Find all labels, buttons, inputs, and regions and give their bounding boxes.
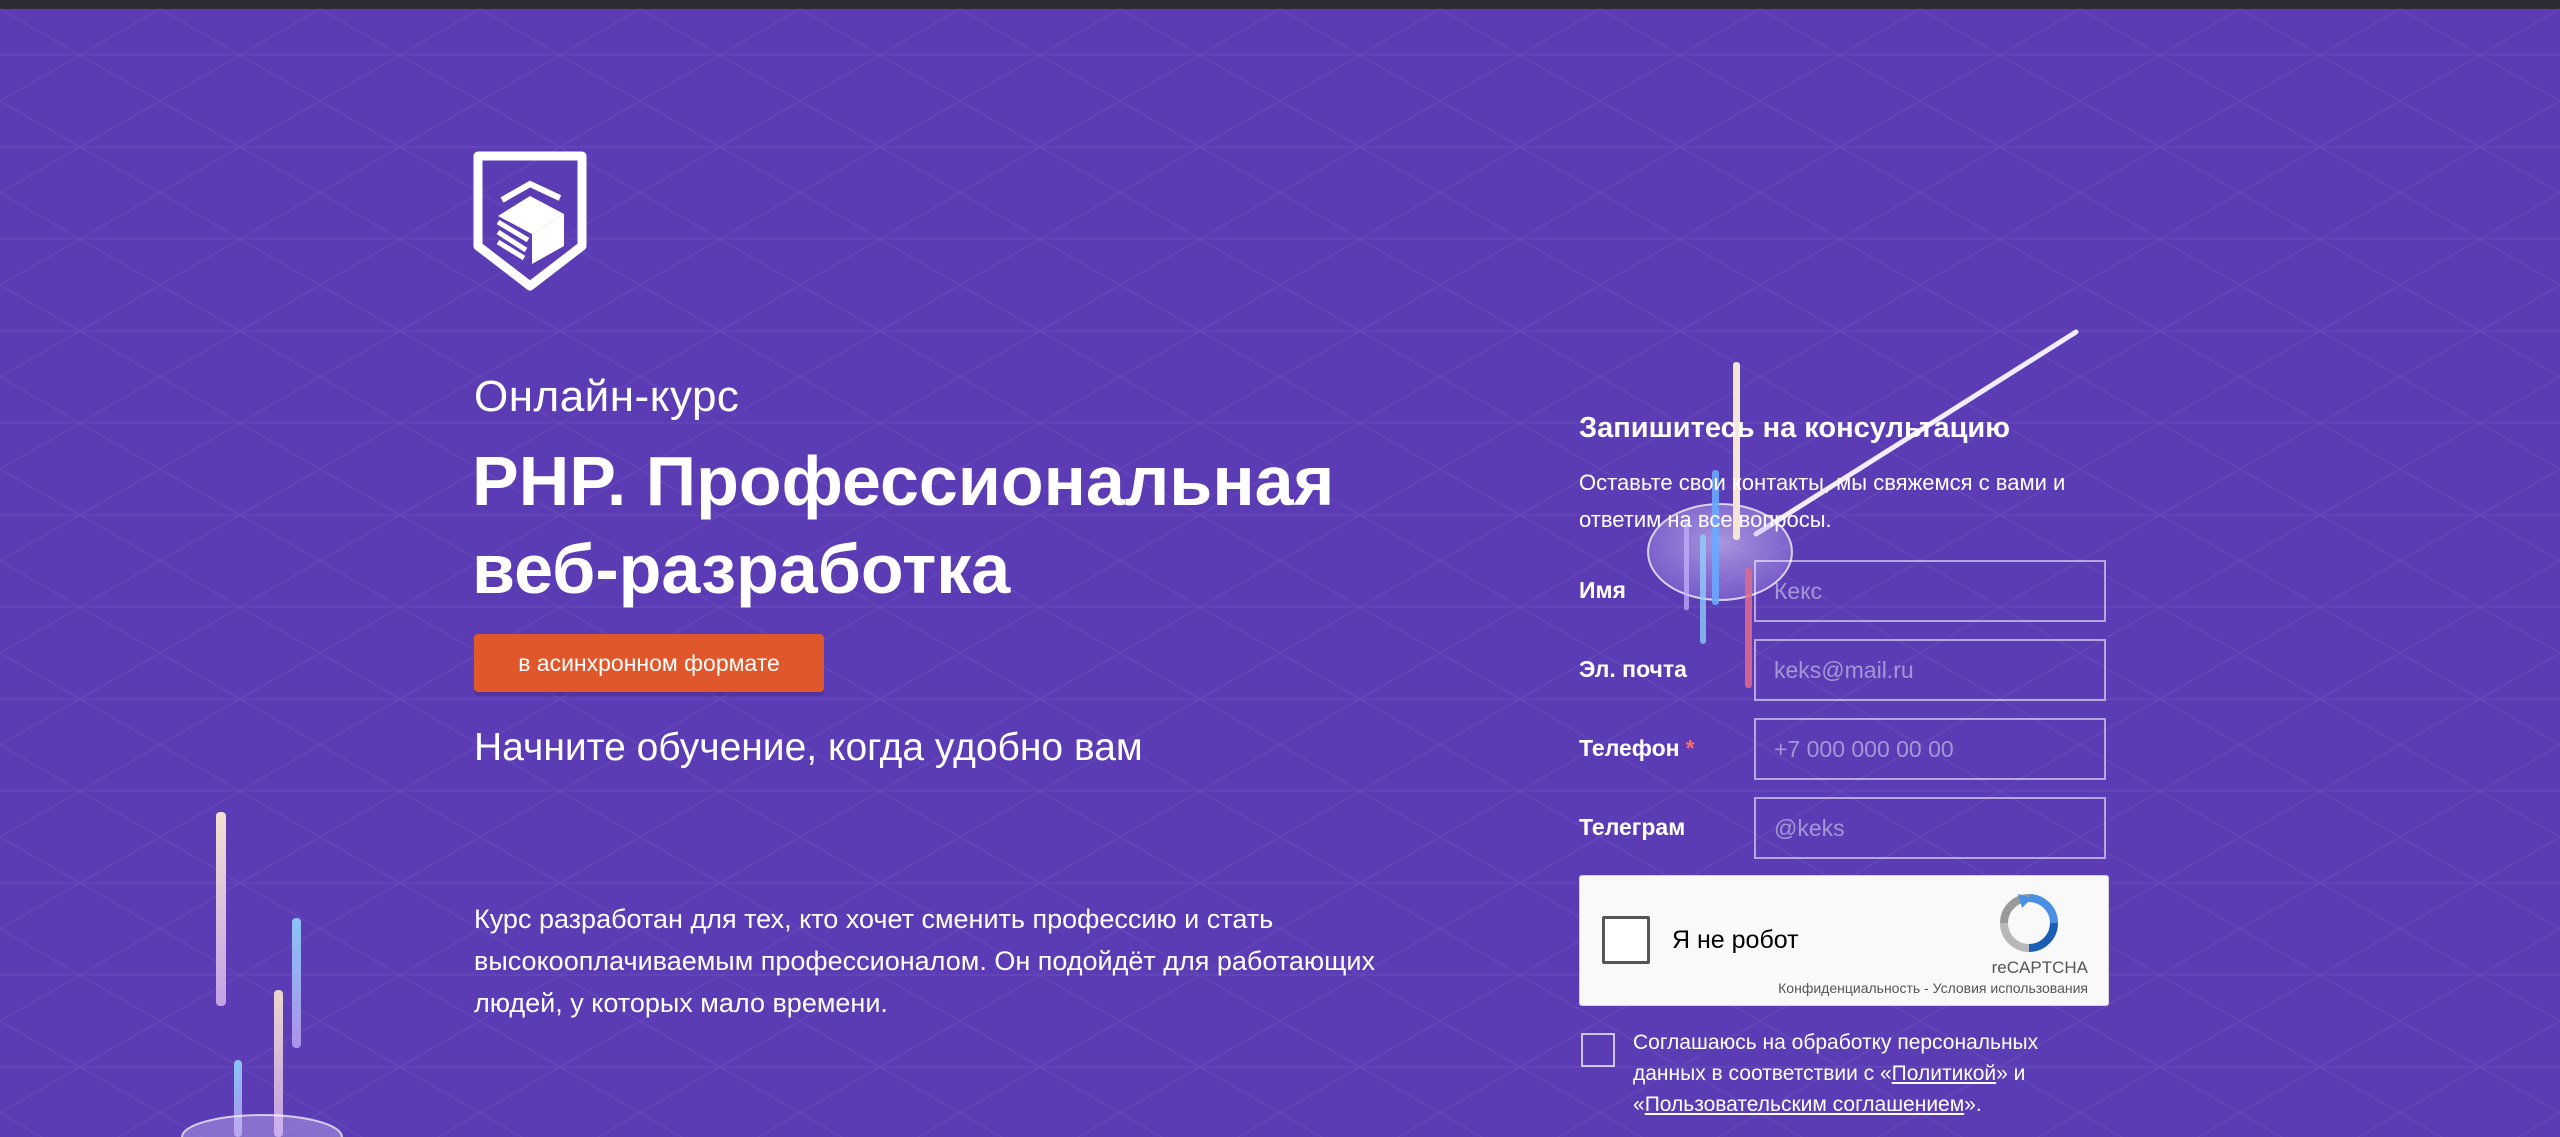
course-description: Курс разработан для тех, кто хочет смени… <box>474 904 1375 1018</box>
policy-link[interactable]: Политикой <box>1892 1062 1996 1085</box>
required-asterisk: * <box>1685 735 1695 761</box>
name-input[interactable] <box>1754 560 2106 622</box>
page-title: PHP. Профессиональная веб-разработка <box>472 437 1452 613</box>
browser-top-bar <box>0 0 2560 9</box>
phone-label-text: Телефон <box>1579 735 1680 761</box>
telegram-input[interactable] <box>1754 797 2106 859</box>
consent-text: Соглашаюсь на обработку персональных дан… <box>1633 1027 2113 1120</box>
email-label: Эл. почта <box>1579 656 1687 682</box>
form-title: Запишитесь на консультацию <box>1579 412 2010 444</box>
format-badge-button[interactable]: в асинхронном формате <box>474 634 824 692</box>
recaptcha-arrows-icon <box>2000 894 2058 952</box>
recaptcha-widget: Я не робот reCAPTCHA Конфиденциальность … <box>1579 875 2109 1006</box>
email-field-row: Эл. почта <box>1579 639 2119 701</box>
email-input[interactable] <box>1754 639 2106 701</box>
page-title-line-1: PHP. Профессиональная <box>472 442 1335 520</box>
name-field-row: Имя <box>1579 560 2119 622</box>
course-type-label: Онлайн-курс <box>474 372 740 421</box>
form-description: Оставьте свои контакты, мы свяжемся с ва… <box>1579 470 2066 532</box>
user-agreement-link[interactable]: Пользовательским соглашением <box>1645 1093 1964 1116</box>
recaptcha-terms-links[interactable]: Конфиденциальность - Условия использован… <box>1778 980 2088 996</box>
phone-field-row: Телефон * <box>1579 718 2119 780</box>
recaptcha-checkbox[interactable] <box>1602 916 1650 964</box>
page-title-line-2: веб-разработка <box>472 530 1011 608</box>
telegram-label: Телеграм <box>1579 814 1686 840</box>
telegram-field-row: Телеграм <box>1579 797 2119 859</box>
consent-checkbox[interactable] <box>1581 1033 1615 1067</box>
phone-label: Телефон * <box>1579 735 1695 762</box>
shield-cube-logo-icon <box>473 151 587 291</box>
consent-text-end: ». <box>1964 1093 1982 1116</box>
recaptcha-brand: reCAPTCHA <box>1991 958 2088 977</box>
recaptcha-label: Я не робот <box>1672 926 1799 954</box>
hero-subtitle: Начните обучение, когда удобно вам <box>474 726 1143 769</box>
name-label: Имя <box>1579 577 1626 603</box>
phone-input[interactable] <box>1754 718 2106 780</box>
